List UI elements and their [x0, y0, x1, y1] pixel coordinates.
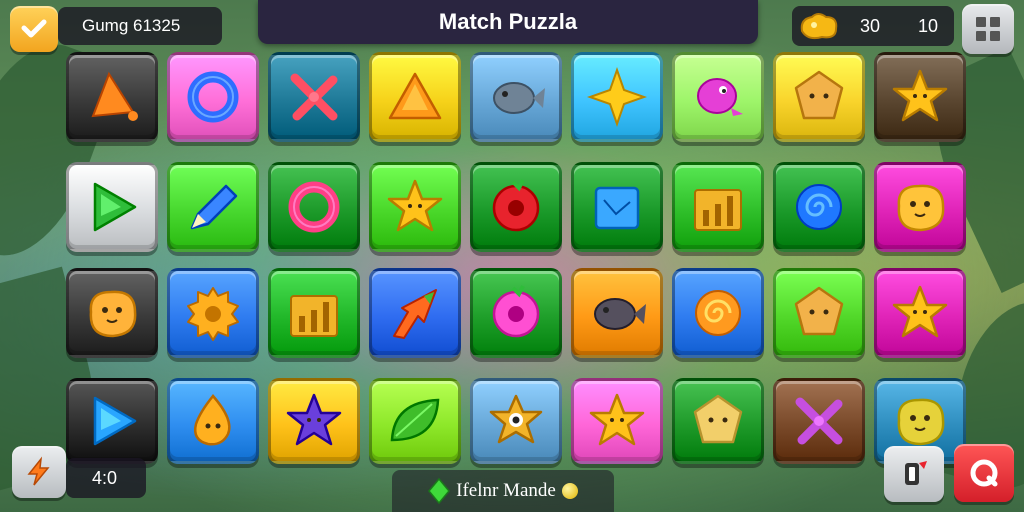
moves-value: 4:0	[92, 467, 118, 488]
ring-icon	[288, 181, 340, 233]
tile-ring[interactable]	[268, 162, 360, 252]
tile-bars[interactable]	[268, 268, 360, 358]
tile-swirl[interactable]	[672, 268, 764, 358]
tile-star4[interactable]	[571, 52, 663, 142]
tile-cross[interactable]	[268, 52, 360, 142]
fish-icon	[594, 298, 646, 330]
tile-donut[interactable]	[470, 162, 562, 252]
tile-pencil[interactable]	[167, 162, 259, 252]
tile-gear[interactable]	[167, 268, 259, 358]
donut-icon	[492, 285, 540, 338]
tile-leaf[interactable]	[369, 378, 461, 464]
tile-play[interactable]	[66, 162, 158, 252]
coin-count-secondary: 10	[918, 15, 939, 36]
card-exit-button[interactable]	[884, 446, 944, 502]
menu-button[interactable]	[10, 6, 58, 52]
pentagon-icon	[794, 286, 844, 336]
tile-pentagon[interactable]	[773, 268, 865, 358]
pencil-icon	[190, 184, 238, 230]
gold-nugget-icon	[800, 13, 838, 40]
arrow-icon	[393, 289, 437, 339]
tile-ring[interactable]	[167, 52, 259, 142]
tile-bars[interactable]	[672, 162, 764, 252]
grid-menu-button[interactable]	[962, 4, 1014, 54]
square-icon	[594, 186, 640, 230]
swirl-icon	[796, 184, 842, 230]
check-menu-icon	[21, 19, 47, 38]
pentagon-icon	[794, 70, 844, 120]
star-icon	[387, 179, 443, 232]
coin-dot-icon	[561, 483, 578, 499]
play-icon	[93, 182, 137, 232]
tile-donut[interactable]	[470, 268, 562, 358]
game-board	[66, 50, 968, 468]
tile-cross[interactable]	[773, 378, 865, 464]
star-icon	[892, 69, 948, 122]
tile-star[interactable]	[369, 162, 461, 252]
eye-icon	[489, 394, 543, 444]
record-icon	[970, 459, 998, 487]
power-up-button[interactable]	[12, 446, 66, 498]
star-icon	[286, 393, 342, 446]
score-label: Gumg 61325	[82, 16, 181, 35]
tile-arrow[interactable]	[369, 268, 461, 358]
swirl-icon	[695, 290, 741, 336]
triangle-icon	[388, 72, 442, 120]
star4-icon	[586, 66, 648, 128]
tile-star[interactable]	[268, 378, 360, 464]
green-gem-icon	[428, 478, 451, 504]
ring-icon	[187, 71, 239, 123]
tile-fish[interactable]	[571, 268, 663, 358]
blob-icon	[897, 184, 945, 232]
blob-icon	[897, 398, 945, 446]
record-button[interactable]	[954, 444, 1014, 502]
tile-blob[interactable]	[66, 268, 158, 358]
grid-menu-icon	[976, 17, 1000, 41]
gear-icon	[187, 287, 239, 341]
tile-square[interactable]	[571, 162, 663, 252]
tile-fish[interactable]	[470, 52, 562, 142]
leaf-icon	[390, 398, 440, 442]
tile-pentagon[interactable]	[672, 378, 764, 464]
tile-star[interactable]	[874, 52, 966, 142]
tile-star[interactable]	[571, 378, 663, 464]
tile-swirl[interactable]	[773, 162, 865, 252]
fish-icon	[493, 82, 545, 114]
star-icon	[892, 285, 948, 338]
score-display: Gumg 61325	[58, 7, 222, 45]
tile-cone[interactable]	[66, 52, 158, 142]
cone-icon	[91, 71, 138, 121]
tile-bird[interactable]	[672, 52, 764, 142]
tile-play[interactable]	[66, 378, 158, 464]
tile-drop[interactable]	[167, 378, 259, 464]
status-bar: Ifelnr Mande	[392, 470, 614, 512]
bars-icon	[290, 295, 338, 337]
moves-counter: 4:0	[66, 458, 146, 498]
tile-blob[interactable]	[874, 162, 966, 252]
cross-icon	[795, 397, 843, 445]
cross-icon	[290, 73, 338, 121]
blob-icon	[89, 290, 137, 338]
game-title: Match Puzzla	[438, 9, 578, 34]
pentagon-icon	[693, 394, 743, 444]
tile-eye[interactable]	[470, 378, 562, 464]
star-icon	[589, 393, 645, 446]
play-icon	[93, 396, 137, 446]
title-bar: Match Puzzla	[258, 0, 758, 44]
bird-icon	[697, 78, 743, 116]
status-text: Ifelnr Mande	[456, 480, 556, 501]
lightning-icon	[27, 456, 50, 486]
coin-counter: 30 10	[792, 6, 954, 46]
coin-count-primary: 30	[860, 15, 881, 36]
tile-star[interactable]	[874, 268, 966, 358]
donut-icon	[492, 179, 540, 232]
card-exit-icon	[905, 461, 927, 485]
drop-icon	[194, 394, 231, 446]
tile-pentagon[interactable]	[773, 52, 865, 142]
tile-triangle[interactable]	[369, 52, 461, 142]
bars-icon	[694, 189, 742, 231]
top-bar: Gumg 61325 Match Puzzla 30 10	[0, 0, 1024, 54]
